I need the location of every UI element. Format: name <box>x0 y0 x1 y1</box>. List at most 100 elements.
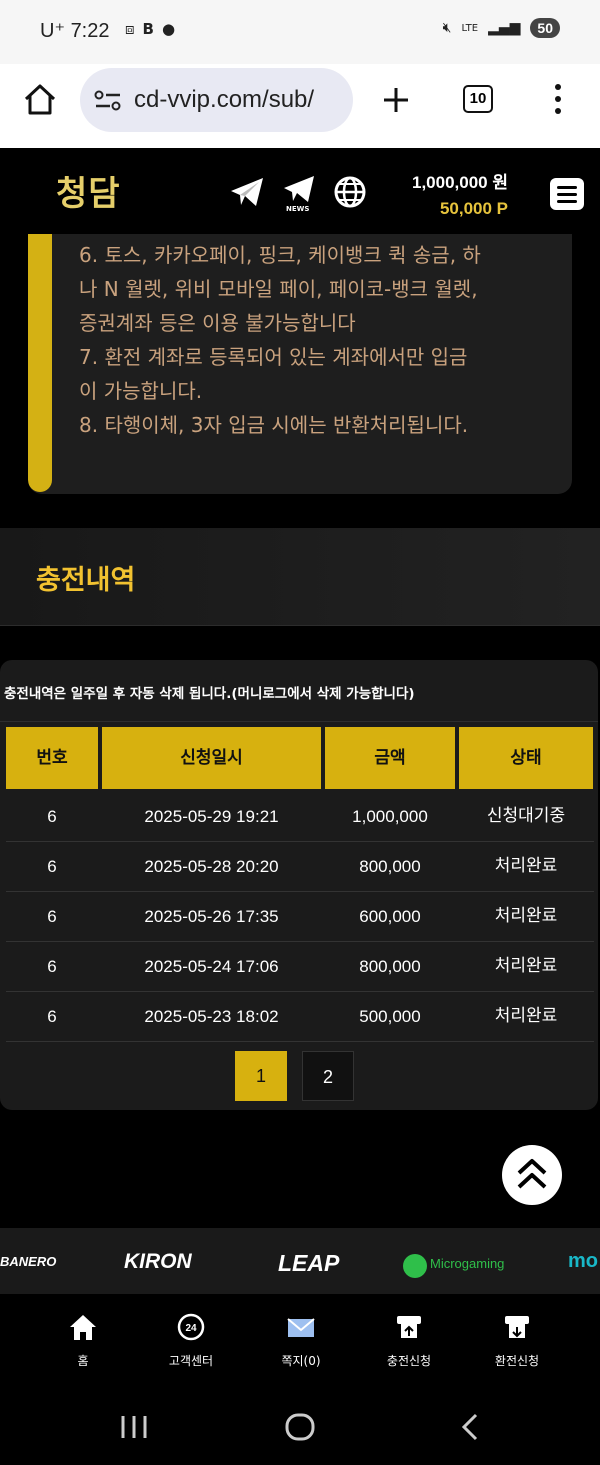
news-label: NEWS <box>286 205 310 213</box>
recent-apps-icon[interactable] <box>118 1414 150 1440</box>
cell-date: 2025-05-28 20:20 <box>144 857 279 876</box>
page-button-2[interactable]: 2 <box>302 1051 354 1101</box>
system-navigation-bar <box>0 1388 600 1465</box>
notice-line: 6. 토스, 카카오페이, 핑크, 케이뱅크 퀵 송금, 하 <box>79 243 481 267</box>
carrier-label: U⁺ <box>40 20 65 42</box>
cell-status: 처리완료 <box>494 856 558 876</box>
cell-date: 2025-05-24 17:06 <box>144 957 279 976</box>
back-icon[interactable] <box>458 1412 482 1442</box>
double-chevron-up-icon <box>517 1159 547 1189</box>
cell-date: 2025-05-26 17:35 <box>144 907 279 926</box>
globe-icon[interactable] <box>333 175 367 209</box>
status-time: U⁺ 7:22 <box>40 18 110 43</box>
telegram-news-icon[interactable] <box>282 174 316 204</box>
svg-text:24: 24 <box>185 1323 197 1334</box>
atm-deposit-icon <box>397 1316 421 1338</box>
scroll-top-button[interactable] <box>502 1145 562 1205</box>
address-bar[interactable]: cd-vvip.com/sub/ <box>80 68 353 132</box>
points-amount: 50,000 P <box>439 199 508 218</box>
provider-logo: BANERO <box>0 1254 57 1269</box>
nav-label: 충전신청 <box>386 1354 432 1368</box>
cell-amount: 800,000 <box>359 957 421 976</box>
new-tab-icon[interactable] <box>381 85 411 115</box>
cell-number: 6 <box>47 1007 57 1026</box>
nav-label: 고객센터 <box>168 1354 214 1368</box>
wallet-summary: 1,000,000 원 50,000 P <box>412 168 508 219</box>
nav-label: 쪽지(0) <box>281 1354 321 1368</box>
column-header-status: 상태 <box>459 727 593 789</box>
bottom-navigation: 홈 24 고객센터 쪽지(0) 충전신청 환전신청 <box>0 1294 600 1388</box>
table-row: 6 2025-05-23 18:02 500,000 처리완료 <box>6 992 594 1042</box>
tab-switcher-button[interactable]: 10 <box>463 85 493 113</box>
clock: 7:22 <box>70 20 110 42</box>
lte-icon: LTE <box>461 22 479 34</box>
notice-line: 7. 환전 계좌로 등록되어 있는 계좌에서만 입금 <box>79 345 468 369</box>
cell-number: 6 <box>47 807 57 826</box>
cell-number: 6 <box>47 907 57 926</box>
deposit-notice-box: 6. 토스, 카카오페이, 핑크, 케이뱅크 퀵 송금, 하 나 N 월렛, 위… <box>28 234 572 494</box>
status-bar: U⁺ 7:22 ⧈ B ● 🔇︎ LTE ▂▄▆ 50 <box>0 0 600 64</box>
cell-amount: 800,000 <box>359 857 421 876</box>
cell-status: 신청대기중 <box>486 806 566 826</box>
atm-withdraw-icon <box>505 1316 529 1338</box>
battery-icon: 50 <box>530 18 560 38</box>
cell-number: 6 <box>47 957 57 976</box>
notice-line: 증권계좌 등은 이용 불가능합니다 <box>79 311 356 335</box>
notice-line: 나 N 월렛, 위비 모바일 페이, 페이코-뱅크 월렛, <box>79 277 478 301</box>
browser-toolbar: cd-vvip.com/sub/ 10 <box>0 64 600 148</box>
provider-logo: Microgaming <box>430 1256 505 1271</box>
hamburger-menu-button[interactable] <box>550 178 584 210</box>
notice-text: 6. 토스, 카카오페이, 핑크, 케이뱅크 퀵 송금, 하 나 N 월렛, 위… <box>79 238 549 442</box>
notice-line: 8. 타행이체, 3자 입금 시에는 반환처리됩니다. <box>79 413 469 437</box>
cell-amount: 1,000,000 <box>352 807 428 826</box>
cell-date: 2025-05-29 19:21 <box>144 807 279 826</box>
system-indicators: 🔇︎ LTE ▂▄▆ 50 <box>443 18 560 38</box>
row-divider <box>6 1041 594 1042</box>
mute-icon: 🔇︎ <box>442 20 452 36</box>
notice-accent-bar <box>28 234 52 492</box>
site-logo[interactable]: 청담 <box>56 166 121 215</box>
table-row: 6 2025-05-24 17:06 800,000 처리완료 <box>6 942 594 992</box>
column-header-amount: 금액 <box>325 727 455 789</box>
divider <box>0 721 598 722</box>
screenshot-icon: ⧈ <box>125 20 135 38</box>
column-header-number: 번호 <box>6 727 98 789</box>
home-button-icon[interactable] <box>284 1412 316 1442</box>
table-row: 6 2025-05-29 19:21 1,000,000 신청대기중 <box>6 792 594 842</box>
page-button-1[interactable]: 1 <box>235 1051 287 1101</box>
cell-status: 처리완료 <box>494 956 558 976</box>
site-header: 청담 NEWS 1,000,000 원 50,000 P <box>0 148 600 234</box>
section-header: 충전내역 <box>0 528 600 626</box>
nav-label: 홈 <box>77 1354 89 1368</box>
table-row: 6 2025-05-26 17:35 600,000 처리완료 <box>6 892 594 942</box>
cell-status: 처리완료 <box>494 906 558 926</box>
cell-status: 처리완료 <box>494 1006 558 1026</box>
url-text: cd-vvip.com/sub/ <box>134 86 315 113</box>
site-settings-icon[interactable] <box>94 90 122 112</box>
provider-logo-strip: BANERO KIRON LEAP Microgaming mo <box>0 1228 600 1294</box>
envelope-icon <box>287 1318 315 1337</box>
table-row: 6 2025-05-28 20:20 800,000 처리완료 <box>6 842 594 892</box>
notice-line: 이 가능합니다. <box>79 379 203 403</box>
cell-amount: 600,000 <box>359 907 421 926</box>
balance-amount: 1,000,000 원 <box>412 173 508 192</box>
cell-number: 6 <box>47 857 57 876</box>
home-icon[interactable] <box>22 82 58 118</box>
provider-logo: LEAP <box>278 1250 340 1276</box>
column-header-date: 신청일시 <box>102 727 321 789</box>
talk-icon: ● <box>161 20 176 38</box>
support-24h-icon: 24 <box>177 1313 205 1341</box>
provider-logo: KIRON <box>124 1250 192 1273</box>
section-title: 충전내역 <box>36 565 136 596</box>
history-info-text: 충전내역은 일주일 후 자동 삭제 됩니다.(머니로그에서 삭제 가능합니다) <box>4 686 415 702</box>
blog-icon: B <box>142 20 154 38</box>
signal-icon: ▂▄▆ <box>488 20 521 36</box>
nav-label: 환전신청 <box>494 1354 540 1368</box>
microgaming-logo-icon <box>403 1254 427 1278</box>
telegram-icon[interactable] <box>229 176 265 208</box>
cell-date: 2025-05-23 18:02 <box>144 1007 279 1026</box>
home-icon <box>70 1315 96 1340</box>
provider-logo: mo <box>568 1250 598 1272</box>
cell-amount: 500,000 <box>359 1007 421 1026</box>
more-menu-icon[interactable] <box>552 82 564 116</box>
